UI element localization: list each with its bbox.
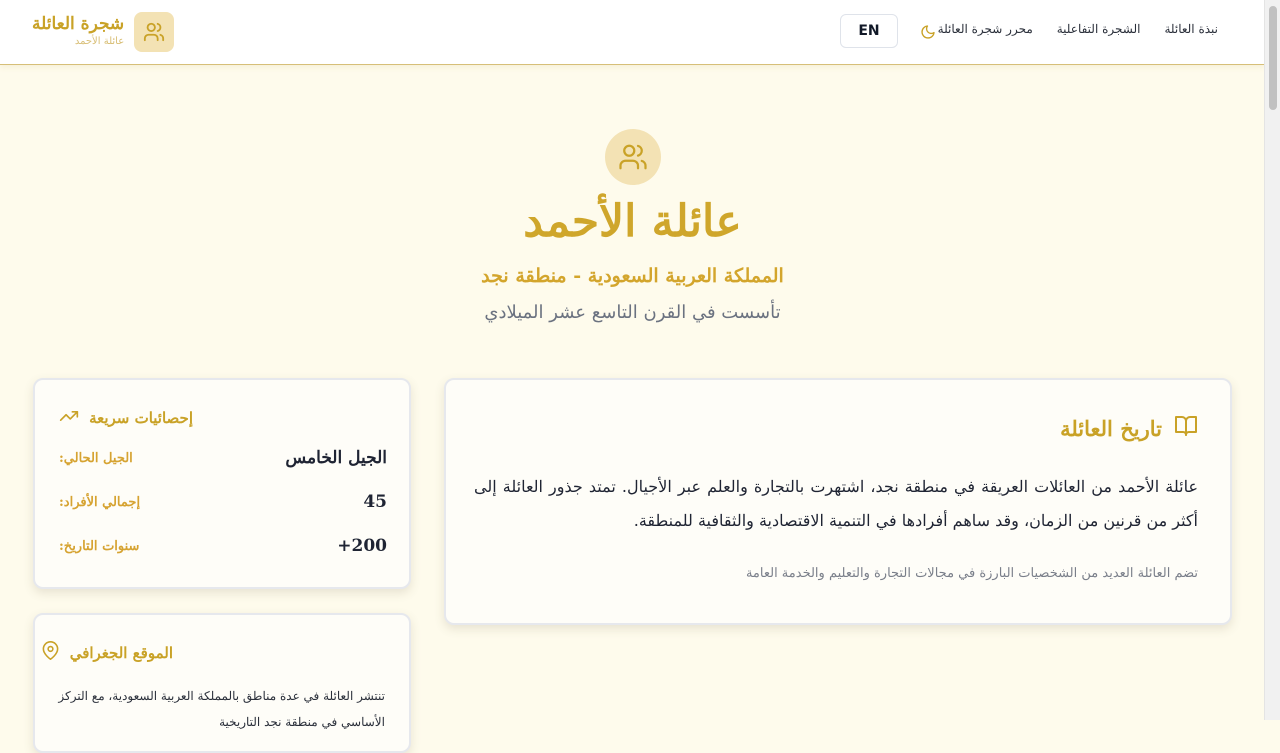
- brand-title: شجرة العائلة: [32, 14, 125, 34]
- language-toggle-button[interactable]: EN: [840, 14, 898, 48]
- top-navbar: شجرة العائلة عائلة الأحمد EN نبذة العائل…: [0, 0, 1265, 65]
- stat-row: إجمالي الأفراد: 45: [59, 492, 387, 512]
- page-title: عائلة الأحمد: [523, 196, 742, 247]
- stats-title: إحصائيات سريعة: [89, 409, 193, 427]
- nav-item-interactive-tree[interactable]: الشجرة التفاعلية: [1057, 22, 1141, 36]
- nav-item-about[interactable]: نبذة العائلة: [1164, 22, 1218, 36]
- brand[interactable]: شجرة العائلة عائلة الأحمد: [32, 12, 175, 52]
- stat-value: 200+: [337, 536, 387, 556]
- geo-location-card: الموقع الجغرافي تنتشر العائلة في عدة منا…: [33, 613, 411, 753]
- users-icon: [605, 129, 661, 185]
- nav-item-tree-editor[interactable]: محرر شجرة العائلة: [938, 22, 1033, 36]
- users-icon: [134, 12, 175, 52]
- history-note: تضم العائلة العديد من الشخصيات البارزة ف…: [745, 566, 1198, 581]
- stat-label: سنوات التاريخ:: [59, 538, 140, 554]
- quick-stats-card: إحصائيات سريعة الجيل الحالي: الجيل الخام…: [33, 378, 411, 589]
- stat-label: الجيل الحالي:: [59, 450, 133, 466]
- page-scrollbar[interactable]: [1264, 0, 1280, 720]
- moon-icon[interactable]: [918, 22, 938, 42]
- book-open-icon: [1174, 414, 1198, 442]
- stat-value: 45: [363, 492, 387, 512]
- geo-title: الموقع الجغرافي: [69, 643, 173, 662]
- brand-subtitle: عائلة الأحمد: [74, 36, 125, 47]
- family-location: المملكة العربية السعودية - منطقة نجد: [481, 265, 784, 287]
- stat-row: الجيل الحالي: الجيل الخامس: [59, 448, 387, 468]
- geo-text: تنتشر العائلة في عدة مناطق بالمملكة العر…: [58, 689, 385, 729]
- family-founded: تأسست في القرن التاسع عشر الميلادي: [484, 302, 781, 323]
- history-card: تاريخ العائلة عائلة الأحمد من العائلات ا…: [444, 378, 1232, 625]
- history-text: عائلة الأحمد من العائلات العريقة في منطق…: [474, 477, 1198, 530]
- history-title: تاريخ العائلة: [1060, 415, 1162, 441]
- stat-label: إجمالي الأفراد:: [59, 494, 141, 510]
- stat-value: الجيل الخامس: [285, 448, 387, 468]
- scrollbar-thumb[interactable]: [1269, 6, 1277, 110]
- main-nav: نبذة العائلة الشجرة التفاعلية محرر شجرة …: [938, 22, 1218, 36]
- map-pin-icon: [41, 641, 60, 664]
- trending-up-icon: [59, 406, 79, 430]
- stat-row: سنوات التاريخ: 200+: [59, 536, 387, 556]
